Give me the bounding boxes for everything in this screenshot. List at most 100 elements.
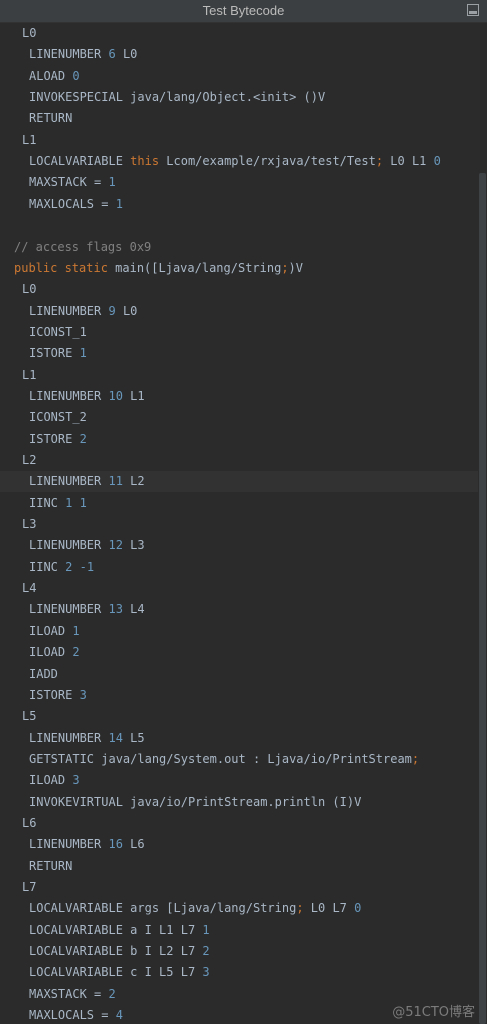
code-token: -1 [79,559,95,574]
code-line[interactable]: IINC 2 -1 [0,557,478,578]
code-token: INVOKESPECIAL java/lang/Object.<init> ()… [29,90,326,105]
code-line[interactable]: IADD [0,664,478,685]
restore-window-icon[interactable] [467,4,479,16]
code-line[interactable]: LINENUMBER 16 L6 [0,834,478,855]
code-token: IINC [29,559,66,574]
code-line[interactable]: GETSTATIC java/lang/System.out : Ljava/i… [0,749,478,770]
code-line[interactable]: ILOAD 3 [0,770,478,791]
code-token: 2 [108,986,116,1001]
code-line[interactable]: IINC 1 1 [0,493,478,514]
code-line[interactable]: ISTORE 1 [0,343,478,364]
code-token: LINENUMBER [29,388,109,403]
window-titlebar: Test Bytecode [0,0,487,23]
code-line[interactable]: LOCALVARIABLE this Lcom/example/rxjava/t… [0,151,478,172]
code-token: LINENUMBER [29,47,109,62]
code-line[interactable]: RETURN [0,856,478,877]
code-token: L0 [115,47,138,62]
code-line[interactable]: L0 [0,23,478,44]
code-token: LOCALVARIABLE args [Ljava/lang/String [29,901,297,916]
restore-window-icon-bar [469,11,477,14]
code-line[interactable]: L1 [0,365,478,386]
code-token: 1 [115,196,123,211]
code-line[interactable]: LINENUMBER 13 L4 [0,599,478,620]
code-line[interactable]: LOCALVARIABLE args [Ljava/lang/String; L… [0,898,478,919]
scrollbar-thumb[interactable] [479,173,486,1024]
code-line[interactable] [0,215,478,236]
code-token: ISTORE [29,346,80,361]
code-line[interactable]: ISTORE 2 [0,429,478,450]
code-token: main([Ljava/lang/String [107,260,282,275]
code-token: Lcom/example/rxjava/test/Test [159,154,376,169]
code-line[interactable]: INVOKEVIRTUAL java/io/PrintStream.printl… [0,792,478,813]
code-token: ILOAD [29,623,73,638]
code-token: RETURN [29,111,73,126]
code-token: LOCALVARIABLE [29,154,131,169]
code-line[interactable]: LOCALVARIABLE b I L2 L7 2 [0,941,478,962]
code-token: L3 [22,517,37,532]
code-token: ALOAD [29,68,73,83]
code-token: LINENUMBER [29,602,109,617]
code-token: 1 [202,922,210,937]
code-token: )V [288,260,303,275]
code-line[interactable]: ISTORE 3 [0,685,478,706]
code-token: LINENUMBER [29,837,109,852]
code-token: LOCALVARIABLE c I L5 L7 [29,965,203,980]
code-token: 16 [108,837,123,852]
code-line[interactable]: MAXSTACK = 2 [0,984,478,1005]
code-line[interactable]: L7 [0,877,478,898]
code-line[interactable]: L0 [0,279,478,300]
code-token: ISTORE [29,687,80,702]
code-line[interactable]: ILOAD 2 [0,642,478,663]
code-token: MAXSTACK = [29,175,109,190]
code-token: ILOAD [29,645,73,660]
code-token: L5 [122,730,145,745]
code-token: 2 [202,944,210,959]
bytecode-editor[interactable]: L0 LINENUMBER 6 L0 ALOAD 0 INVOKESPECIAL ja… [0,23,478,1024]
code-line[interactable]: LOCALVARIABLE a I L1 L7 1 [0,920,478,941]
code-line[interactable]: LOCALVARIABLE c I L5 L7 3 [0,962,478,983]
code-line[interactable]: ALOAD 0 [0,66,478,87]
code-line[interactable]: L5 [0,706,478,727]
code-token: INVOKEVIRTUAL java/io/PrintStream.printl… [29,794,362,809]
code-line[interactable]: LINENUMBER 12 L3 [0,535,478,556]
code-line[interactable]: L2 [0,450,478,471]
code-line[interactable]: ICONST_2 [0,407,478,428]
code-token: LINENUMBER [29,730,109,745]
code-token: ISTORE [29,431,80,446]
code-token: L4 [22,581,37,596]
code-token: L0 [22,282,37,297]
code-line[interactable]: MAXSTACK = 1 [0,172,478,193]
vertical-scrollbar[interactable] [478,23,487,1024]
code-line[interactable]: ICONST_1 [0,322,478,343]
code-token: // access flags 0x9 [14,239,152,254]
code-line[interactable]: L4 [0,578,478,599]
code-line[interactable]: LINENUMBER 14 L5 [0,728,478,749]
code-token: 0 [354,901,362,916]
code-token: 10 [108,388,123,403]
code-token: L1 [22,132,37,147]
code-token: 3 [79,687,87,702]
code-line[interactable]: L6 [0,813,478,834]
code-token: 9 [108,303,116,318]
code-line[interactable]: ILOAD 1 [0,621,478,642]
code-line[interactable]: L1 [0,130,478,151]
code-token: L2 [22,453,37,467]
code-line[interactable]: public static main([Ljava/lang/String;)V [0,258,478,279]
code-line[interactable]: // access flags 0x9 [0,237,478,258]
code-line[interactable]: LINENUMBER 11 L2 [0,471,478,493]
code-token: 1 [79,495,87,510]
code-token: RETURN [29,858,73,873]
code-token: 0 [433,154,441,169]
code-line[interactable]: L3 [0,514,478,535]
code-token: MAXSTACK = [29,986,109,1001]
code-line[interactable]: MAXLOCALS = 1 [0,194,478,215]
code-line[interactable]: INVOKESPECIAL java/lang/Object.<init> ()… [0,87,478,108]
code-token: 13 [108,602,123,617]
code-line[interactable]: RETURN [0,108,478,129]
code-token: LINENUMBER [29,538,109,553]
code-line[interactable]: LINENUMBER 10 L1 [0,386,478,407]
window-title: Test Bytecode [202,3,285,18]
code-line[interactable]: LINENUMBER 9 L0 [0,301,478,322]
code-line[interactable]: LINENUMBER 6 L0 [0,44,478,65]
